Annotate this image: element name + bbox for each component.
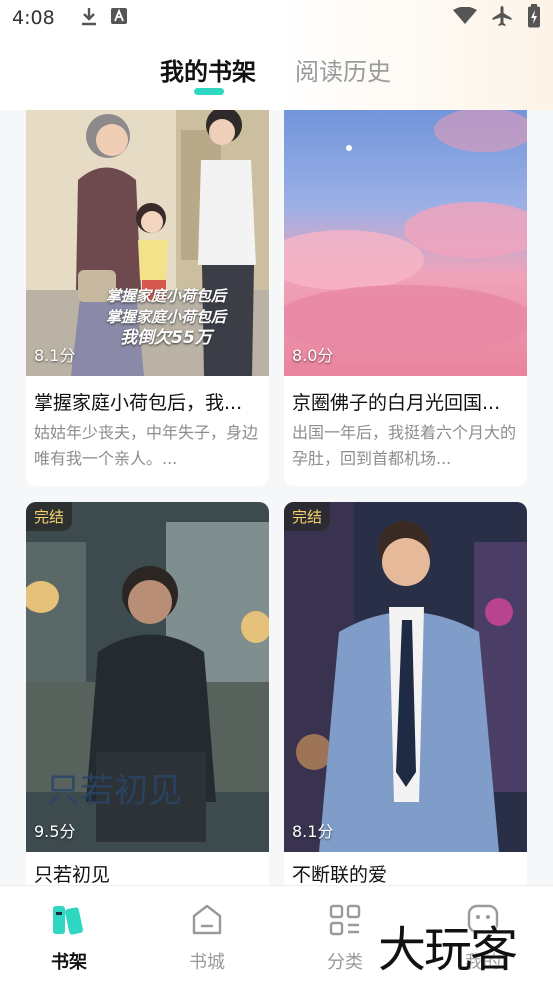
book-cover: 掌握家庭小荷包后 掌握家庭小荷包后 我倒欠55万 8.1分 [26,110,269,376]
tab-indicator [194,88,224,95]
status-time: 4:08 [12,7,55,29]
status-bar: 4:08 [0,0,553,36]
book-score: 9.5分 [34,822,76,841]
bookshelf-icon [51,902,87,938]
svg-text:只若初见: 只若初见 [46,771,182,811]
bookshelf-grid: 掌握家庭小荷包后 掌握家庭小荷包后 我倒欠55万 8.1分 掌握家庭小荷包后，我… [0,110,553,885]
nav-label-store: 书城 [189,952,225,973]
cover-text-1: 掌握家庭小荷包后 [105,287,226,305]
status-badge: 完结 [284,502,331,531]
cover-text-2: 掌握家庭小荷包后 [105,308,226,326]
wifi-icon [453,6,477,29]
watermark-logo: 大玩客 [378,922,518,978]
book-score: 8.0分 [292,346,334,365]
book-cover: 只若初见 完结 9.5分 [26,502,269,852]
book-cover: 完结 8.1分 [284,502,527,852]
status-badge: 完结 [26,502,73,531]
book-title: 掌握家庭小荷包后，我... [34,392,243,414]
book-card[interactable]: 完结 8.1分 不断联的爱 [284,502,527,885]
download-icon [80,6,98,30]
book-description: 出国一年后，我挺着六个月大的孕肚，回到首都机场... [292,423,517,468]
nav-item-store[interactable]: 书城 [138,886,276,983]
book-score: 8.1分 [34,346,76,365]
book-cover: 8.0分 [284,110,527,376]
top-tab-bar: 我的书架 阅读历史 [0,36,553,110]
nav-label-shelf: 书架 [51,952,87,973]
tab-my-shelf[interactable]: 我的书架 [160,52,256,87]
airplane-icon [491,5,513,31]
tab-reading-history[interactable]: 阅读历史 [295,52,391,87]
book-title: 不断联的爱 [292,864,388,885]
font-a-icon [110,7,128,29]
status-icons-right [453,4,541,32]
book-card[interactable]: 只若初见 完结 9.5分 只若初见 [26,502,269,885]
book-title: 京圈佛子的白月光回国... [292,392,501,414]
cover-text-3: 我倒欠55万 [120,328,212,348]
grid-icon [327,902,363,938]
book-title: 只若初见 [34,864,111,885]
book-description: 姑姑年少丧夫，中年失子，身边唯有我一个亲人。... [34,423,259,468]
book-card[interactable]: 8.0分 京圈佛子的白月光回国... 出国一年后，我挺着六个月大的孕肚，回到首都… [284,110,527,486]
book-score: 8.1分 [292,822,334,841]
battery-charging-icon [527,4,541,32]
home-icon [189,902,225,938]
nav-item-shelf[interactable]: 书架 [0,886,138,983]
book-card[interactable]: 掌握家庭小荷包后 掌握家庭小荷包后 我倒欠55万 8.1分 掌握家庭小荷包后，我… [26,110,269,486]
